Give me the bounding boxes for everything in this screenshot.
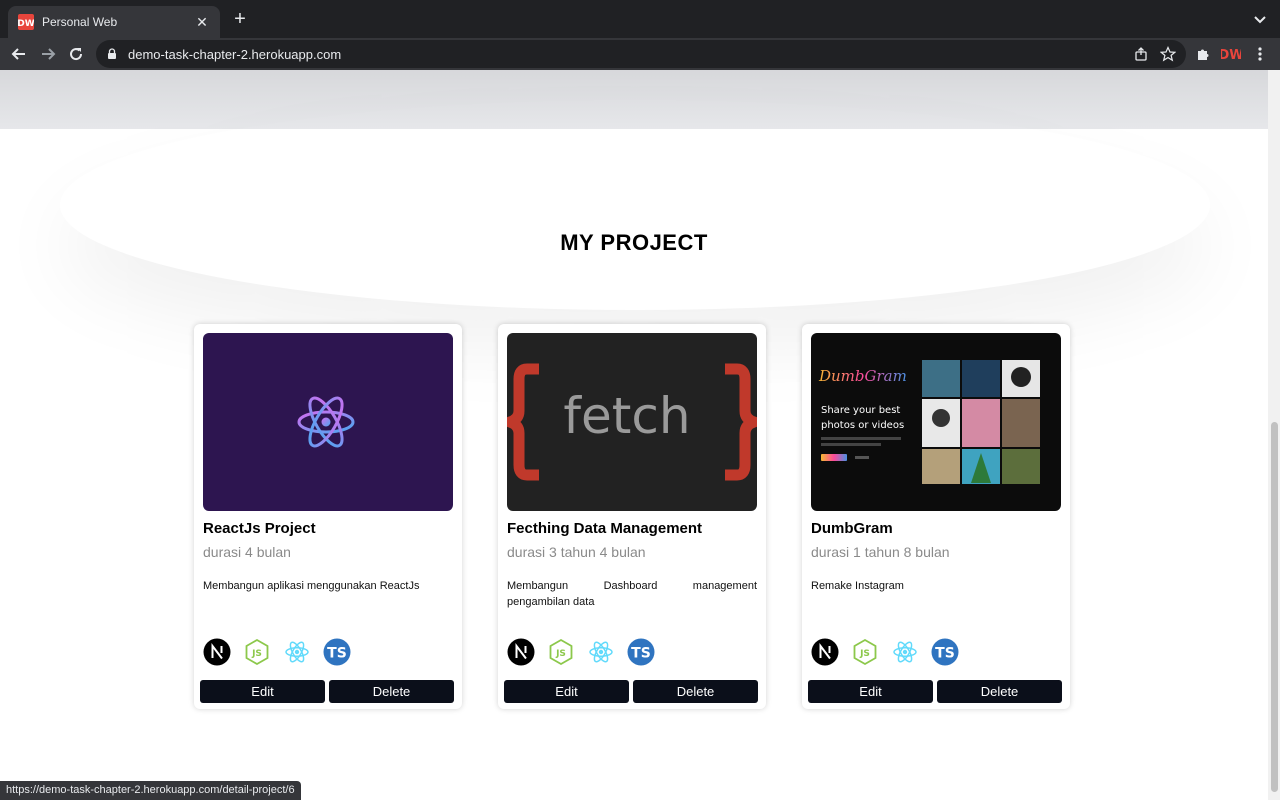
project-description: Membangun Dashboard management pengambil… [507,580,757,608]
address-bar[interactable]: demo-task-chapter-2.herokuapp.com [96,40,1186,68]
dumbgram-brand: DumbGram [818,367,907,385]
section-title: MY PROJECT [560,230,708,255]
reload-icon[interactable] [65,43,87,65]
card-actions: Edit Delete [808,680,1062,703]
new-tab-icon[interactable]: + [230,9,250,29]
nodejs-icon: JS [547,638,575,666]
tech-stack: JS TS [203,638,351,666]
page-content: MY PROJECT ReactJs Project durasi 4 bula… [0,70,1268,800]
card-actions: Edit Delete [200,680,454,703]
share-icon[interactable] [1134,47,1148,61]
close-tab-icon[interactable]: ✕ [194,14,210,31]
delete-button[interactable]: Delete [937,680,1062,703]
extensions-puzzle-icon[interactable] [1192,43,1214,65]
project-duration: durasi 4 bulan [203,544,291,560]
favicon-icon: DW [18,14,34,30]
svg-text:Share your best: Share your best [821,405,900,416]
back-icon[interactable] [8,43,30,65]
tab-search-icon[interactable] [1252,11,1268,27]
page-scrollbar[interactable] [1268,70,1280,800]
react-icon [891,638,919,666]
project-title[interactable]: DumbGram [811,520,893,537]
nextjs-icon [203,638,231,666]
edit-button[interactable]: Edit [200,680,325,703]
status-bar-url: https://demo-task-chapter-2.herokuapp.co… [0,781,301,800]
react-icon [283,638,311,666]
project-duration: durasi 1 tahun 8 bulan [811,544,950,560]
svg-text:JS: JS [555,649,566,659]
typescript-icon: TS [323,638,351,666]
project-duration: durasi 3 tahun 4 bulan [507,544,646,560]
card-actions: Edit Delete [504,680,758,703]
browser-tab[interactable]: DW Personal Web ✕ [8,6,220,38]
typescript-icon: TS [931,638,959,666]
project-image [203,333,453,511]
svg-text:photos or videos: photos or videos [821,420,904,431]
typescript-icon: TS [627,638,655,666]
project-title[interactable]: ReactJs Project [203,520,316,537]
fetch-logo-icon: fetch [507,363,757,481]
browser-menu-icon[interactable] [1249,43,1271,65]
decorative-shadow [60,100,1210,310]
svg-text:JS: JS [251,649,262,659]
svg-text:DW: DW [1221,48,1241,63]
lock-icon [108,48,116,59]
project-title[interactable]: Fecthing Data Management [507,520,702,537]
dumbways-extension-icon[interactable]: DW [1220,43,1242,65]
edit-button[interactable]: Edit [808,680,933,703]
react-logo-icon [297,396,355,448]
delete-button[interactable]: Delete [633,680,758,703]
svg-text:TS: TS [327,646,347,662]
svg-text:DW: DW [18,19,34,29]
forward-icon[interactable] [37,43,59,65]
project-description: Membangun aplikasi menggunakan ReactJs [203,580,420,592]
react-icon [587,638,615,666]
nextjs-icon [507,638,535,666]
bookmark-star-icon[interactable] [1160,46,1176,62]
svg-text:TS: TS [631,646,651,662]
project-image: DumbGram Share your best photos or video… [811,333,1061,511]
nodejs-icon: JS [851,638,879,666]
scrollbar-thumb[interactable] [1271,422,1278,792]
delete-button[interactable]: Delete [329,680,454,703]
nextjs-icon [811,638,839,666]
browser-tab-bar: DW Personal Web ✕ + [0,0,1280,38]
nodejs-icon: JS [243,638,271,666]
url-text: demo-task-chapter-2.herokuapp.com [128,46,342,62]
svg-text:TS: TS [935,646,955,662]
edit-button[interactable]: Edit [504,680,629,703]
tab-title: Personal Web [42,15,118,29]
tech-stack: JS TS [811,638,959,666]
project-card[interactable]: DumbGram Share your best photos or video… [802,324,1070,709]
browser-toolbar: demo-task-chapter-2.herokuapp.com DW [0,38,1280,70]
dumbgram-screenshot-image: DumbGram Share your best photos or video… [818,360,1040,484]
project-card[interactable]: ReactJs Project durasi 4 bulan Membangun… [194,324,462,709]
project-card[interactable]: fetch Fecthing Data Management durasi 3 … [498,324,766,709]
tech-stack: JS TS [507,638,655,666]
svg-text:JS: JS [859,649,870,659]
fetch-text: fetch [563,387,690,445]
project-description: Remake Instagram [811,580,904,592]
project-image: fetch [507,333,757,511]
